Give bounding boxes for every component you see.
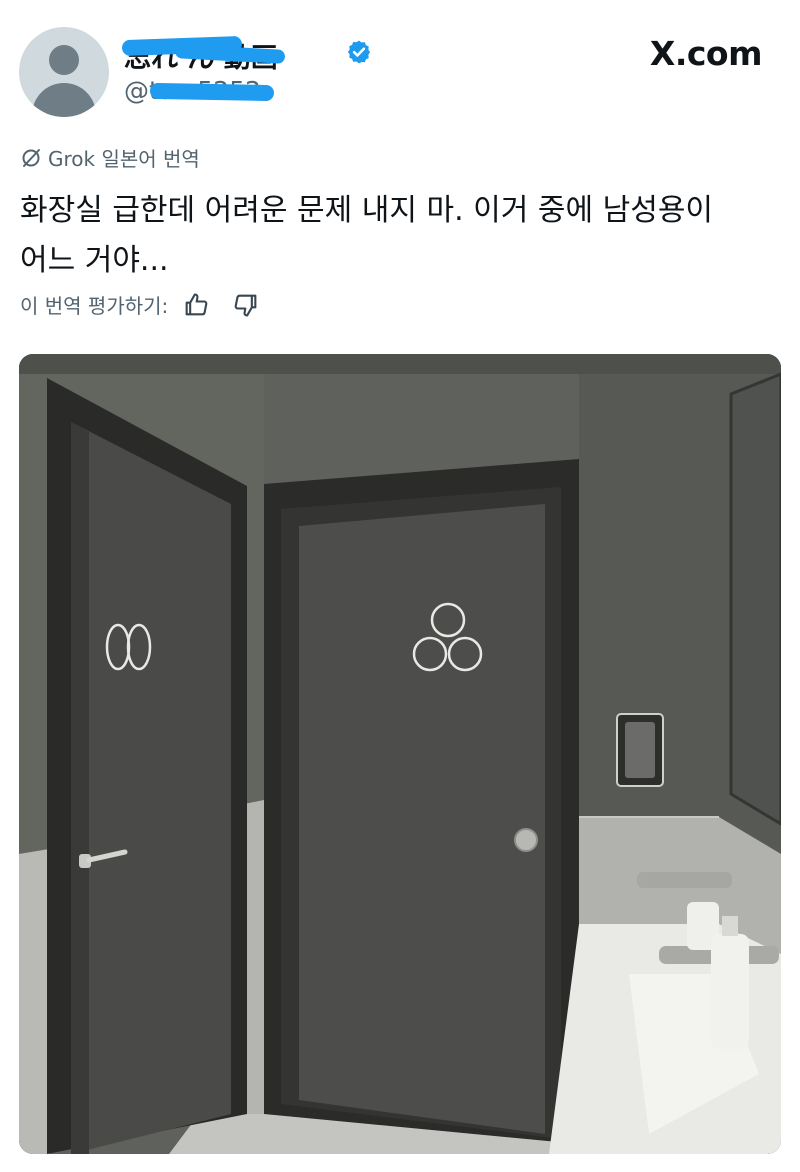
handle-redaction [149, 82, 275, 102]
avatar-head [49, 45, 79, 75]
slashed-circle-icon [22, 148, 40, 167]
thumbs-up-icon[interactable] [182, 291, 210, 319]
center-door-knob[interactable] [514, 828, 538, 852]
restroom-photo [19, 354, 781, 1154]
post-text: 화장실 급한데 어려운 문제 내지 마. 이거 중에 남성용이 어느 거야... [20, 186, 780, 286]
post-text-line: 화장실 급한데 어려운 문제 내지 마. 이거 중에 남성용이 [20, 193, 714, 228]
avatar[interactable] [19, 27, 109, 117]
rate-translation-label: 이 번역 평가하기: [20, 294, 169, 318]
post-text-line: 어느 거야... [20, 243, 169, 278]
translation-label-row: Grok 일본어 번역 [20, 143, 200, 172]
translation-label: Grok 일본어 번역 [48, 147, 200, 171]
soap-bottle [711, 934, 749, 1049]
verified-badge-icon [347, 40, 371, 64]
thumbs-down-icon[interactable] [232, 291, 260, 319]
center-door[interactable] [299, 504, 545, 1134]
left-door[interactable] [71, 422, 231, 1154]
brand-label: X.com [649, 34, 763, 73]
rate-translation-row: 이 번역 평가하기: [20, 290, 260, 319]
mirror [729, 372, 781, 826]
avatar-shoulders [32, 83, 96, 117]
post-photo[interactable] [19, 354, 781, 1154]
